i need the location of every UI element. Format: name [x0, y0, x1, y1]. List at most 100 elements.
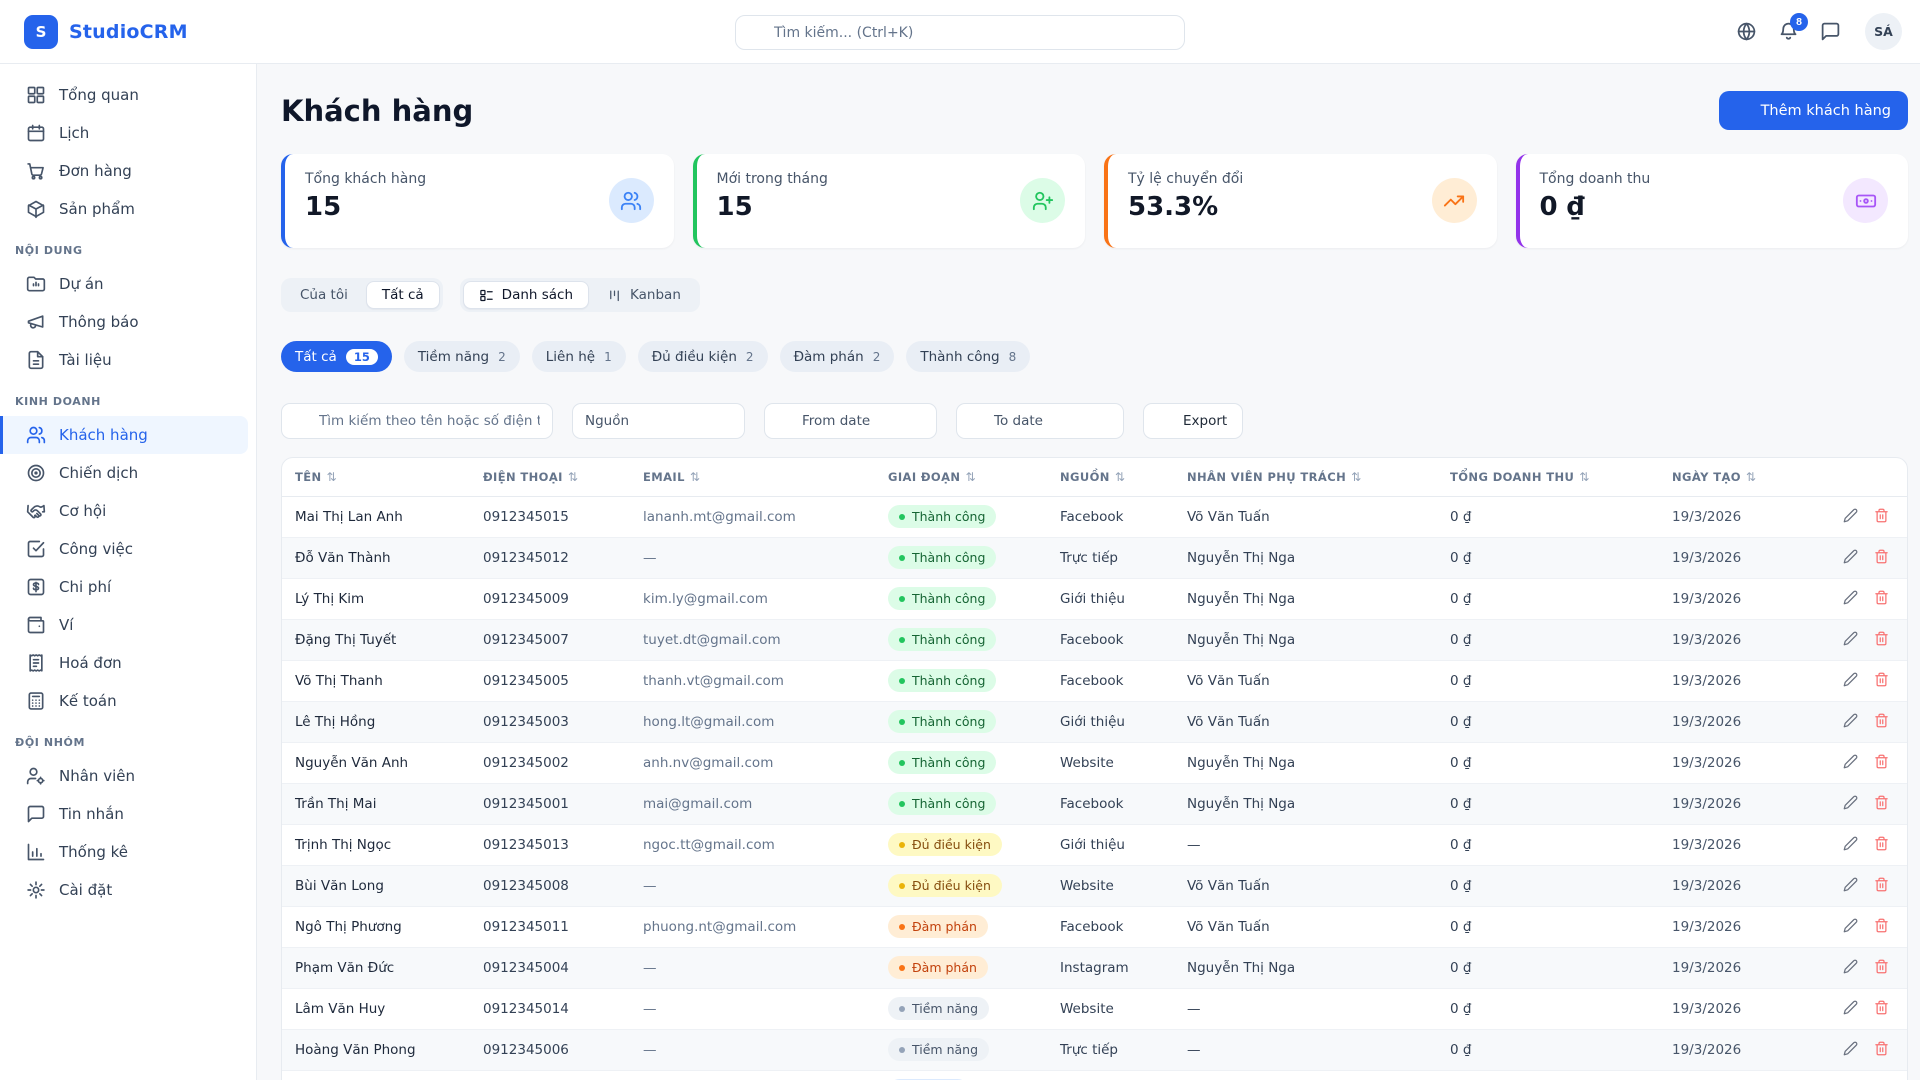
status-filter-dam-phan[interactable]: Đàm phán2: [780, 341, 895, 372]
sidebar-item-don-hang[interactable]: Đơn hàng: [0, 152, 248, 190]
delete-button[interactable]: [1872, 506, 1891, 528]
global-search-input[interactable]: [774, 25, 1172, 41]
delete-button[interactable]: [1872, 670, 1891, 692]
customer-row[interactable]: Bùi Văn Long0912345008—Đủ điều kiệnWebsi…: [282, 865, 1907, 906]
delete-button[interactable]: [1872, 547, 1891, 569]
customer-row[interactable]: Phạm Văn Đức0912345004—Đàm phánInstagram…: [282, 947, 1907, 988]
column-header-4[interactable]: GIAI ĐOẠN⇅: [880, 458, 1052, 496]
language-button[interactable]: [1733, 19, 1759, 45]
sidebar-item-vi[interactable]: Ví: [0, 606, 248, 644]
edit-button[interactable]: [1841, 670, 1860, 692]
customer-row[interactable]: Trịnh Thị Ngọc0912345013ngoc.tt@gmail.co…: [282, 824, 1907, 865]
source-cell: Trực tiếp: [1052, 537, 1179, 578]
delete-button[interactable]: [1872, 588, 1891, 610]
edit-button[interactable]: [1841, 711, 1860, 733]
delete-button[interactable]: [1872, 793, 1891, 815]
edit-button[interactable]: [1841, 1039, 1860, 1061]
edit-button[interactable]: [1841, 998, 1860, 1020]
edit-button[interactable]: [1841, 957, 1860, 979]
sidebar-item-co-hoi[interactable]: Cơ hội: [0, 492, 248, 530]
delete-button[interactable]: [1872, 875, 1891, 897]
sidebar-item-khach-hang[interactable]: Khách hàng: [0, 416, 248, 454]
user-cog-icon: [26, 766, 46, 786]
sidebar-item-ke-toan[interactable]: Kế toán: [0, 682, 248, 720]
table-search[interactable]: [281, 403, 553, 439]
table-search-input[interactable]: [319, 413, 540, 429]
edit-button[interactable]: [1841, 834, 1860, 856]
add-customer-button[interactable]: Thêm khách hàng: [1719, 91, 1908, 130]
delete-button[interactable]: [1872, 916, 1891, 938]
sidebar-item-tong-quan[interactable]: Tổng quan: [0, 76, 248, 114]
edit-button[interactable]: [1841, 875, 1860, 897]
customer-row[interactable]: Lâm Văn Huy0912345014—Tiềm năngWebsite—0…: [282, 988, 1907, 1029]
sidebar-item-lich[interactable]: Lịch: [0, 114, 248, 152]
sidebar-item-chien-dich[interactable]: Chiến dịch: [0, 454, 248, 492]
sidebar-item-tai-lieu[interactable]: Tài liệu: [0, 341, 248, 379]
name-cell: Võ Thị Thanh: [282, 660, 475, 701]
edit-button[interactable]: [1841, 547, 1860, 569]
edit-button[interactable]: [1841, 793, 1860, 815]
view-mode-toggle-option-kanban[interactable]: Kanban: [591, 281, 697, 309]
status-filter-lien-he[interactable]: Liên hệ1: [532, 341, 626, 372]
column-header-2[interactable]: ĐIỆN THOẠI⇅: [475, 458, 635, 496]
delete-button[interactable]: [1872, 629, 1891, 651]
edit-button[interactable]: [1841, 752, 1860, 774]
sidebar-item-san-pham[interactable]: Sản phẩm: [0, 190, 248, 228]
delete-button[interactable]: [1872, 998, 1891, 1020]
column-header-6[interactable]: NHÂN VIÊN PHỤ TRÁCH⇅: [1179, 458, 1442, 496]
column-header-8[interactable]: NGÀY TẠO⇅: [1664, 458, 1784, 496]
edit-button[interactable]: [1841, 629, 1860, 651]
from-date-input[interactable]: From date: [764, 403, 937, 439]
view-mode-toggle-option-danh-sach[interactable]: Danh sách: [463, 281, 589, 309]
delete-button[interactable]: [1872, 834, 1891, 856]
export-button[interactable]: Export: [1143, 403, 1243, 439]
sidebar-item-cai-dat[interactable]: Cài đặt: [0, 871, 248, 909]
status-filter-tat-ca[interactable]: Tất cả15: [281, 341, 392, 372]
status-filter-du-dieu-kien[interactable]: Đủ điều kiện2: [638, 341, 768, 372]
customer-row[interactable]: Nguyễn Văn Anh0912345002anh.nv@gmail.com…: [282, 742, 1907, 783]
to-date-input[interactable]: To date: [956, 403, 1124, 439]
customer-row[interactable]: Ngô Thị Phương0912345011phuong.nt@gmail.…: [282, 906, 1907, 947]
sidebar-item-chi-phi[interactable]: Chi phí: [0, 568, 248, 606]
sidebar-item-du-an[interactable]: Dự án: [0, 265, 248, 303]
scope-toggle-option-tat-ca[interactable]: Tất cả: [366, 281, 440, 309]
email-cell: —: [635, 1070, 880, 1080]
status-filter-tiem-nang[interactable]: Tiềm năng2: [404, 341, 520, 372]
customer-row[interactable]: Đặng Thị Tuyết0912345007tuyet.dt@gmail.c…: [282, 619, 1907, 660]
customer-row[interactable]: Lý Thị Kim0912345009kim.ly@gmail.comThàn…: [282, 578, 1907, 619]
edit-button[interactable]: [1841, 506, 1860, 528]
sidebar-item-nhan-vien[interactable]: Nhân viên: [0, 757, 248, 795]
name-cell: Hoàng Văn Phong: [282, 1029, 475, 1070]
delete-button[interactable]: [1872, 711, 1891, 733]
sidebar-item-hoa-don[interactable]: Hoá đơn: [0, 644, 248, 682]
messages-button[interactable]: [1817, 19, 1843, 45]
column-header-5[interactable]: NGUỒN⇅: [1052, 458, 1179, 496]
column-header-7[interactable]: TỔNG DOANH THU⇅: [1442, 458, 1664, 496]
status-filter-thanh-cong[interactable]: Thành công8: [906, 341, 1030, 372]
notifications-button[interactable]: 8: [1775, 19, 1801, 45]
scope-toggle-option-cua-toi[interactable]: Của tôi: [284, 281, 364, 309]
bar-chart-icon: [26, 842, 46, 862]
customer-row[interactable]: Võ Thị Thanh0912345005thanh.vt@gmail.com…: [282, 660, 1907, 701]
delete-button[interactable]: [1872, 957, 1891, 979]
customer-row[interactable]: Đỗ Văn Thành0912345012—Thành côngTrực ti…: [282, 537, 1907, 578]
edit-button[interactable]: [1841, 916, 1860, 938]
customer-row[interactable]: Trần Thị Mai0912345001mai@gmail.comThành…: [282, 783, 1907, 824]
customer-row[interactable]: Mai Thị Lan Anh0912345015lananh.mt@gmail…: [282, 496, 1907, 537]
global-search[interactable]: [735, 15, 1185, 50]
source-select[interactable]: Nguồn: [572, 403, 745, 439]
phone-cell: 0912345012: [475, 537, 635, 578]
edit-button[interactable]: [1841, 588, 1860, 610]
sidebar-item-thong-bao[interactable]: Thông báo: [0, 303, 248, 341]
sidebar-item-thong-ke[interactable]: Thống kê: [0, 833, 248, 871]
customer-row[interactable]: Lê Thị Hồng0912345003hong.lt@gmail.comTh…: [282, 701, 1907, 742]
customer-row[interactable]: Hoàng Văn Phong0912345006—Tiềm năngTrực …: [282, 1029, 1907, 1070]
delete-button[interactable]: [1872, 1039, 1891, 1061]
sidebar-item-cong-viec[interactable]: Công việc: [0, 530, 248, 568]
user-avatar[interactable]: SÁ: [1865, 13, 1902, 50]
sidebar-item-tin-nhan[interactable]: Tin nhắn: [0, 795, 248, 833]
customer-row[interactable]: Trương Văn Hải0912345010—Liên hệInstagra…: [282, 1070, 1907, 1080]
column-header-1[interactable]: TÊN⇅: [282, 458, 475, 496]
column-header-3[interactable]: EMAIL⇅: [635, 458, 880, 496]
delete-button[interactable]: [1872, 752, 1891, 774]
